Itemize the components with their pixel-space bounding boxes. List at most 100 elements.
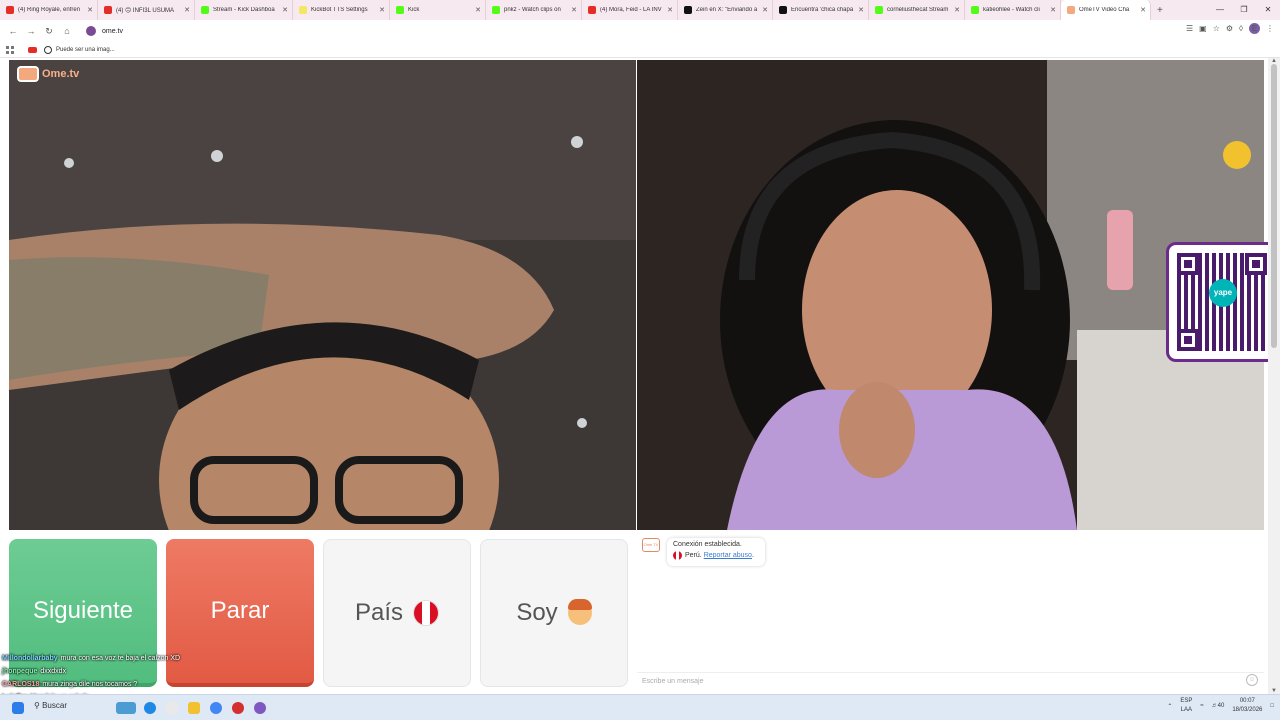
volume-icon[interactable]: ♬40 (1212, 703, 1225, 709)
restore-icon[interactable]: ❐ (1232, 0, 1256, 20)
language-indicator[interactable]: ESP LAA (1180, 697, 1192, 715)
chrome-icon[interactable] (210, 702, 222, 714)
browser-tab[interactable]: (4) Ring Royale, enfren ✕ (0, 0, 98, 20)
install-app-icon[interactable]: ▣ (1199, 24, 1207, 33)
tab-label: Encuentra 'chica chapa (791, 7, 854, 13)
minimize-icon[interactable]: — (1208, 0, 1232, 20)
tab-favicon-icon (971, 6, 979, 14)
ometv-chat-logo-icon: Ome TV (642, 538, 660, 552)
youtube-bookmark-icon[interactable] (28, 46, 37, 53)
windows-taskbar: ⚲ Buscar ⌃ ESP LAA ≈ ♬40 00:07 18/03/202… (0, 694, 1280, 720)
browser-tab[interactable]: OmeTV Video Cha ✕ (1061, 0, 1151, 20)
browser-tab[interactable]: Encuentra 'chica chapa ✕ (773, 0, 869, 20)
translate-icon[interactable]: ☰ (1186, 24, 1193, 33)
taskbar-search[interactable]: ⚲ Buscar (34, 701, 67, 710)
page-scrollbar[interactable]: ▲ ▼ (1268, 58, 1280, 694)
obs-icon[interactable] (232, 702, 244, 714)
apps-grid-icon[interactable] (6, 45, 14, 54)
scroll-thumb[interactable] (1271, 64, 1277, 348)
yape-logo: yape (1209, 279, 1237, 307)
browser-tab[interactable]: KickBot TTS Settings ✕ (293, 0, 390, 20)
browser-tab[interactable]: Kick ✕ (390, 0, 486, 20)
tab-favicon-icon (588, 6, 596, 14)
stream-chat-text: mura zinga dile nos tocamos ? (42, 681, 138, 688)
browser-tab[interactable]: Stream - Kick Dashboa ✕ (195, 0, 293, 20)
forward-icon[interactable]: → (22, 26, 40, 36)
browser-tab[interactable]: (4) 🙃 INFI3L USUMA ✕ (98, 0, 195, 20)
stream-chat-message: Millondollarbaby mura con esa voz te baja… (2, 652, 302, 665)
wifi-icon[interactable]: ≈ (1200, 703, 1203, 709)
tab-close-icon[interactable]: ✕ (282, 6, 288, 14)
browser-tab[interactable]: Zein en X: "Enviando a ✕ (678, 0, 773, 20)
logo-text: Ome.tv (42, 68, 80, 80)
stream-chat-text: dxxdxdx (40, 668, 67, 675)
browser-tab[interactable]: pnkz - Watch clips on ✕ (486, 0, 582, 20)
tab-close-icon[interactable]: ✕ (1140, 6, 1146, 14)
next-button-label: Siguiente (32, 597, 134, 624)
tray-chevron-icon[interactable]: ⌃ (1167, 703, 1172, 710)
start-icon[interactable] (12, 702, 24, 714)
notifications-icon[interactable]: □ (1270, 703, 1274, 709)
edge-icon[interactable] (144, 702, 156, 714)
google-lens-icon[interactable] (44, 45, 52, 54)
stream-chat-user: CARLOS18 (2, 681, 40, 688)
clock-time: 00:07 (1239, 698, 1255, 704)
window-controls: — ❐ ✕ (1208, 0, 1280, 20)
tab-favicon-icon (684, 6, 692, 14)
lang-top: ESP (1180, 698, 1193, 704)
site-info-icon[interactable] (86, 26, 96, 36)
extensions-icon[interactable]: ⚙ (1226, 24, 1233, 33)
stream-chat-message: jhonpeque dxxdxdx (2, 665, 302, 678)
tab-label: Zein en X: "Enviando a (696, 7, 758, 13)
profile-avatar[interactable]: E (1249, 23, 1260, 34)
tab-close-icon[interactable]: ✕ (571, 6, 577, 14)
gender-filter-button[interactable]: Soy (480, 539, 628, 687)
menu-icon[interactable]: ⋮ (1266, 24, 1274, 33)
tab-close-icon[interactable]: ✕ (667, 6, 673, 14)
home-icon[interactable]: ⌂ (58, 26, 76, 36)
report-abuse-link[interactable]: Reportar abuso (704, 552, 752, 559)
tab-close-icon[interactable]: ✕ (762, 6, 768, 14)
tab-close-icon[interactable]: ✕ (87, 6, 93, 14)
bookmark-item[interactable]: Puede ser una imag... (56, 47, 115, 53)
reload-icon[interactable]: ↻ (40, 26, 58, 37)
camera-logo-icon (17, 66, 39, 82)
ometv-logo[interactable]: Ome.tv (17, 66, 79, 82)
widgets-icon[interactable] (116, 702, 136, 714)
app-icon[interactable] (254, 702, 266, 714)
tab-favicon-icon (875, 6, 883, 14)
cast-icon[interactable]: ◊ (1239, 24, 1243, 33)
tab-close-icon[interactable]: ✕ (379, 6, 385, 14)
back-icon[interactable]: ← (4, 26, 22, 36)
stream-chat-text: mura con esa voz te baja el calzon XD (60, 655, 181, 662)
local-video: Ome.tv (9, 60, 636, 530)
tab-favicon-icon (299, 6, 307, 14)
browser-tab[interactable]: katieohlee - Watch cli ✕ (965, 0, 1061, 20)
tab-close-icon[interactable]: ✕ (475, 6, 481, 14)
qr-pattern: yape (1177, 253, 1267, 351)
close-window-icon[interactable]: ✕ (1256, 0, 1280, 20)
emoji-icon[interactable]: ☺ (1246, 674, 1258, 686)
toolbar-actions: ☰ ▣ ☆ ⚙ ◊ E ⋮ (1186, 23, 1274, 34)
new-tab-button[interactable]: + (1157, 5, 1163, 16)
bookmark-star-icon[interactable]: ☆ (1213, 24, 1220, 33)
clock-date: 18/03/2026 (1232, 707, 1263, 713)
tab-favicon-icon (396, 6, 404, 14)
browser-tab[interactable]: (4) Mora, Feid - LA INV ✕ (582, 0, 678, 20)
country-filter-button[interactable]: País (323, 539, 471, 687)
tab-close-icon[interactable]: ✕ (184, 6, 190, 14)
browser-tab[interactable]: corneliusthecat Stream ✕ (869, 0, 965, 20)
url-field[interactable]: ome.tv (82, 23, 1162, 39)
tab-label: OmeTV Video Cha (1079, 7, 1130, 13)
tab-label: (4) Mora, Feid - LA INV (600, 7, 662, 13)
connection-status: Conexión establecida. (673, 541, 742, 548)
tab-close-icon[interactable]: ✕ (858, 6, 864, 14)
tab-close-icon[interactable]: ✕ (954, 6, 960, 14)
file-explorer-icon[interactable] (188, 702, 200, 714)
qr-finder-icon (1177, 329, 1199, 351)
tab-close-icon[interactable]: ✕ (1050, 6, 1056, 14)
clock[interactable]: 00:07 18/03/2026 (1232, 697, 1262, 715)
message-input[interactable]: Escribe un mensaje (637, 672, 1264, 692)
volume-level: 40 (1217, 703, 1225, 709)
media-player-icon[interactable] (166, 702, 178, 714)
